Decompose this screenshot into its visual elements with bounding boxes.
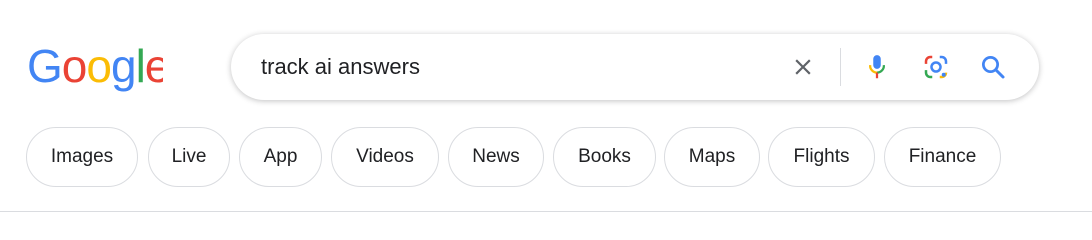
search-submit-button[interactable]: [977, 51, 1009, 83]
svg-text:Google: Google: [27, 44, 163, 92]
chip-videos[interactable]: Videos: [331, 127, 439, 187]
chip-flights[interactable]: Flights: [768, 127, 875, 187]
chip-label: Flights: [793, 146, 850, 167]
chip-label: Finance: [908, 146, 977, 167]
chip-live[interactable]: Live: [148, 127, 230, 187]
google-logo-graphic: Google: [27, 44, 163, 92]
google-logo[interactable]: Google: [27, 44, 163, 96]
chip-books[interactable]: Books: [553, 127, 656, 187]
header-divider: [0, 211, 1092, 212]
lens-camera-icon: [924, 55, 948, 79]
search-input[interactable]: [261, 34, 781, 100]
search-box-divider: [840, 48, 841, 86]
chip-app[interactable]: App: [239, 127, 322, 187]
chip-label: Books: [578, 146, 631, 167]
chip-label: Images: [50, 146, 114, 167]
chip-label: Maps: [688, 146, 736, 167]
chip-images[interactable]: Images: [26, 127, 138, 187]
chip-news[interactable]: News: [448, 127, 544, 187]
microphone-icon: [869, 55, 885, 79]
voice-search-button[interactable]: [861, 51, 893, 83]
chip-label: App: [263, 146, 298, 167]
search-box: [231, 34, 1039, 100]
search-results-page: Google track ai answers Images Live App …: [0, 0, 1092, 224]
chip-label: Videos: [356, 146, 414, 167]
chip-label: News: [472, 146, 520, 167]
search-icon: [982, 56, 1005, 79]
chip-maps[interactable]: Maps: [664, 127, 760, 187]
search-by-image-button[interactable]: [920, 51, 952, 83]
clear-search-button[interactable]: [787, 51, 819, 83]
chip-label: Live: [171, 146, 207, 167]
chip-finance[interactable]: Finance: [884, 127, 1001, 187]
close-icon: [795, 59, 811, 75]
